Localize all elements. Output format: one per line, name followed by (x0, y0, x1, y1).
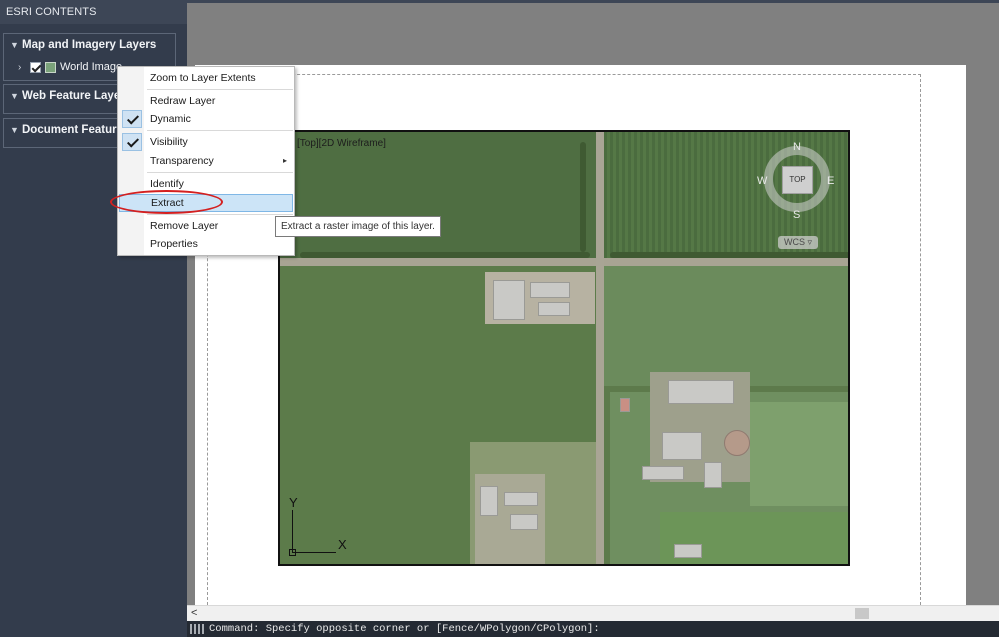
extract-tooltip: Extract a raster image of this layer. (275, 216, 441, 237)
grip-handle-icon[interactable] (190, 624, 204, 634)
building (674, 544, 702, 558)
road-vertical (596, 132, 604, 564)
menu-item-properties[interactable]: Properties (119, 235, 293, 253)
building (493, 280, 525, 320)
panel-title: ESRI CONTENTS (0, 0, 187, 24)
group-label: Web Feature Layers (22, 90, 132, 102)
ucs-y-axis (292, 510, 293, 552)
field-e (604, 266, 848, 386)
chevron-down-icon: ▿ (807, 237, 813, 247)
building (504, 492, 538, 506)
menu-item-transparency[interactable]: Transparency ▸ (119, 152, 293, 170)
layer-item-world-image[interactable]: › World Image (18, 61, 122, 73)
annotation-highlight-oval (110, 190, 223, 214)
compass-east[interactable]: E (827, 175, 834, 187)
layer-label: World Image (60, 61, 123, 73)
chevron-right-icon[interactable]: › (18, 62, 30, 73)
field-nw (280, 132, 596, 258)
building (538, 302, 570, 316)
compass-south[interactable]: S (793, 209, 800, 221)
road-horizontal (280, 258, 848, 266)
chevron-down-icon[interactable]: ▼ (10, 125, 22, 135)
building (668, 380, 734, 404)
menu-item-zoom-to-layer-extents[interactable]: Zoom to Layer Extents (119, 69, 293, 87)
group-label: Map and Imagery Layers (22, 39, 157, 51)
command-prompt-text: Command: Specify opposite corner or [Fen… (209, 623, 600, 635)
command-line[interactable]: Command: Specify opposite corner or [Fen… (187, 621, 999, 637)
group-header[interactable]: ▼ Document Feature (10, 124, 123, 136)
compass-north[interactable]: N (793, 141, 801, 153)
menu-item-remove-layer[interactable]: Remove Layer (119, 217, 293, 235)
building (620, 398, 630, 412)
group-header[interactable]: ▼ Map and Imagery Layers (10, 39, 156, 51)
menu-item-label: Zoom to Layer Extents (150, 72, 256, 84)
group-label: Document Feature (22, 124, 123, 136)
ucs-origin-icon (289, 549, 296, 556)
check-icon (122, 133, 142, 151)
tree-line (580, 142, 586, 252)
menu-item-label: Visibility (150, 136, 188, 148)
chevron-down-icon[interactable]: ▼ (10, 40, 22, 50)
field-se-green (750, 402, 848, 506)
compass-west[interactable]: W (757, 175, 767, 187)
menu-separator (147, 130, 293, 131)
map-viewport[interactable]: [Top][2D Wireframe] TOP N S E W WCS ▿ Y … (278, 130, 850, 566)
layer-visibility-checkbox[interactable] (30, 61, 41, 73)
ucs-x-axis (292, 552, 336, 553)
menu-item-label: Dynamic (150, 113, 191, 125)
menu-item-label: Remove Layer (150, 220, 219, 232)
building (662, 432, 702, 460)
ucs-y-label: Y (289, 495, 298, 510)
horizontal-scrollbar[interactable]: < (187, 605, 999, 621)
silo (724, 430, 750, 456)
building (510, 514, 538, 530)
menu-item-label: Properties (150, 238, 198, 250)
menu-item-label: Redraw Layer (150, 95, 216, 107)
building (642, 466, 684, 480)
scrollbar-thumb[interactable] (855, 608, 869, 619)
scroll-left-arrow[interactable]: < (191, 606, 197, 621)
wcs-menu[interactable]: WCS ▿ (778, 236, 818, 249)
image-layer-icon (45, 61, 56, 73)
layer-context-menu: Zoom to Layer Extents Redraw Layer Dynam… (117, 66, 295, 256)
tree-line (610, 252, 848, 258)
tree-line (300, 252, 590, 258)
menu-item-label: Identify (150, 178, 184, 190)
menu-item-visibility[interactable]: Visibility (119, 133, 293, 151)
ucs-x-label: X (338, 537, 347, 552)
viewport-label[interactable]: [Top][2D Wireframe] (297, 138, 386, 149)
building (704, 462, 722, 488)
menu-separator (147, 89, 293, 90)
autocad-window: ESRI CONTENTS ▼ Map and Imagery Layers › … (0, 0, 999, 637)
viewcube-top-face[interactable]: TOP (782, 166, 813, 194)
menu-separator (147, 214, 293, 215)
chevron-down-icon[interactable]: ▼ (10, 91, 22, 101)
building (530, 282, 570, 298)
menu-separator (147, 172, 293, 173)
submenu-arrow-icon: ▸ (282, 156, 287, 165)
building (480, 486, 498, 516)
check-icon (122, 110, 142, 128)
menu-item-redraw-layer[interactable]: Redraw Layer (119, 92, 293, 110)
wcs-label: WCS (783, 237, 805, 247)
menu-item-label: Transparency (150, 155, 214, 167)
group-header[interactable]: ▼ Web Feature Layers (10, 90, 131, 102)
menu-item-dynamic[interactable]: Dynamic (119, 110, 293, 128)
